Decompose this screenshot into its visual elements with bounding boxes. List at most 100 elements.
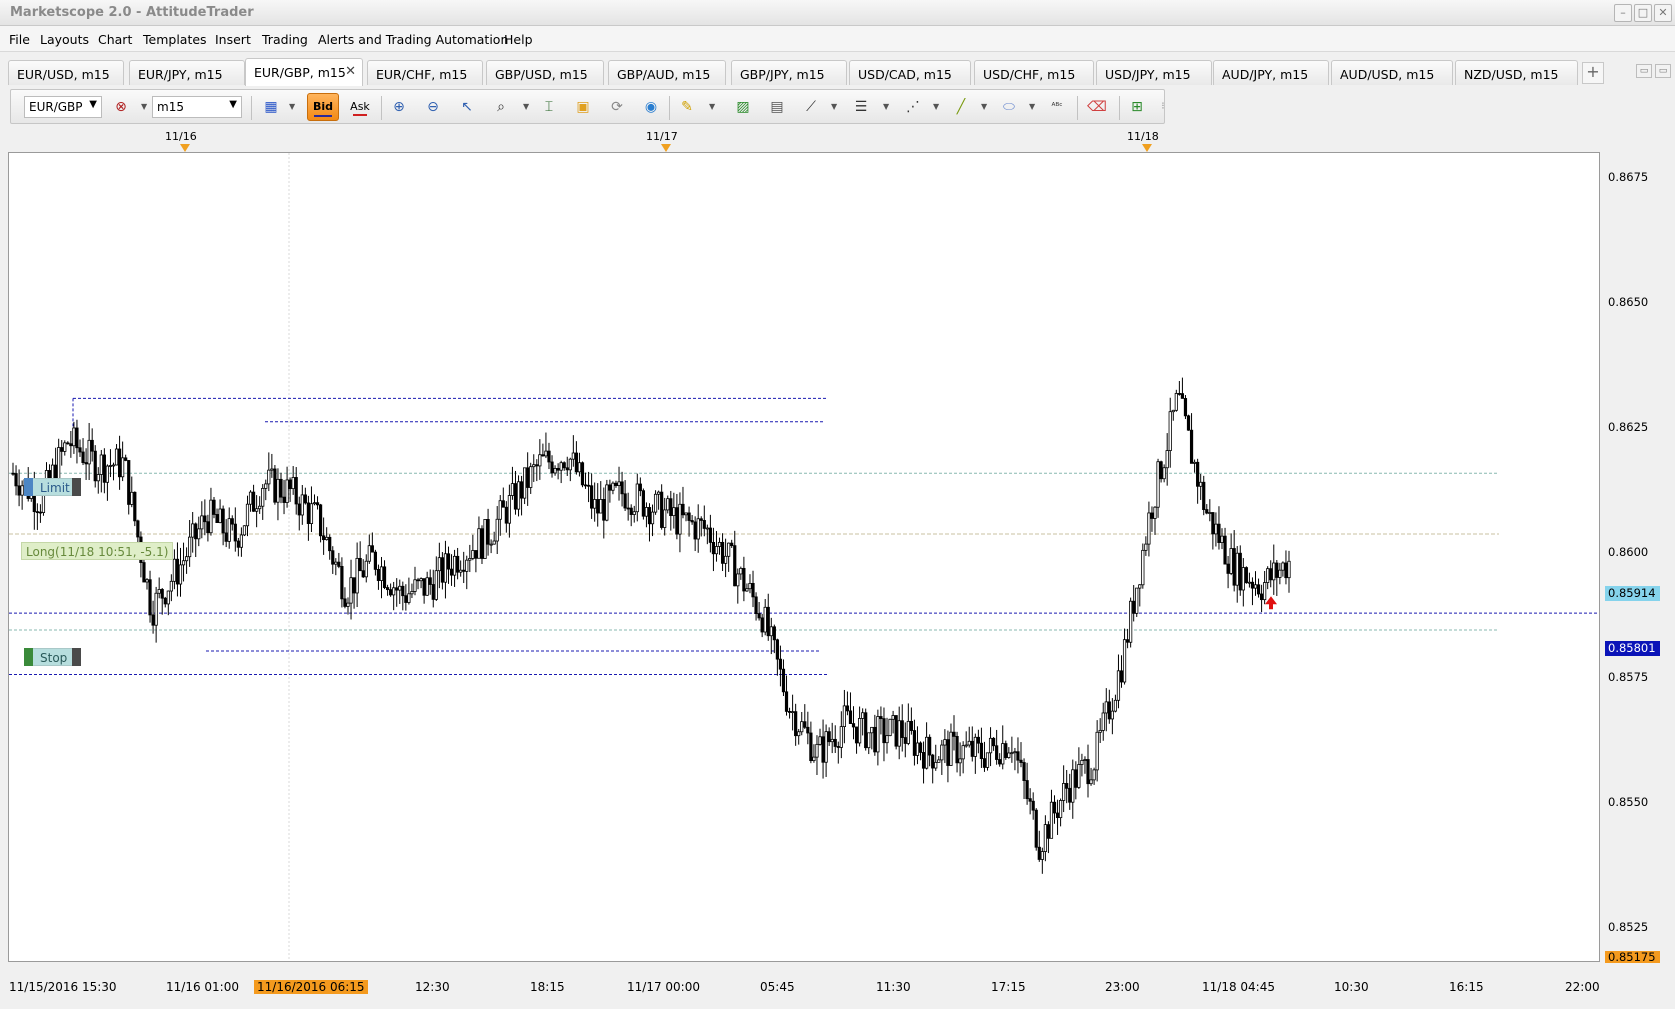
limit-order-tag[interactable]: Limit xyxy=(24,478,81,496)
pen-icon[interactable]: ╱ xyxy=(951,98,971,116)
candle-body xyxy=(1220,535,1224,543)
menu-alerts-automation[interactable]: Alerts and Trading Automation xyxy=(318,32,508,47)
tab-usdjpy[interactable]: USD/JPY, m15 xyxy=(1096,60,1212,85)
candle-body xyxy=(498,500,502,520)
menu-insert[interactable]: Insert xyxy=(215,32,251,47)
ask-button[interactable]: Ask xyxy=(347,97,373,119)
menu-templates[interactable]: Templates xyxy=(143,32,207,47)
tab-eurusd[interactable]: EUR/USD, m15 xyxy=(8,60,124,85)
candle-body xyxy=(121,457,125,478)
horizontal-lines-icon[interactable]: ☰ xyxy=(851,98,871,116)
candle-body xyxy=(611,482,615,491)
chevron-down-icon[interactable]: ▼ xyxy=(883,102,889,111)
link-icon[interactable]: ⊗ xyxy=(111,98,131,116)
candle-body xyxy=(1086,759,1090,785)
tab-nzdusd[interactable]: NZD/USD, m15 xyxy=(1455,60,1578,85)
restore-icon[interactable]: □ xyxy=(1634,4,1652,22)
candle-body xyxy=(943,739,947,746)
price-chart[interactable] xyxy=(8,152,1600,962)
tab-audjpy[interactable]: AUD/JPY, m15 xyxy=(1213,60,1329,85)
text-tool-icon[interactable]: ᴬᴮᶜ xyxy=(1047,98,1067,116)
tab-gbpjpy[interactable]: GBP/JPY, m15 xyxy=(731,60,847,85)
candle-body xyxy=(1180,393,1185,399)
candle-body xyxy=(1119,670,1124,683)
instrument-select[interactable]: EUR/GBP ▼ xyxy=(24,96,102,118)
minimize-icon[interactable]: – xyxy=(1614,4,1632,22)
candle-body xyxy=(803,721,807,728)
chevron-down-icon[interactable]: ▼ xyxy=(141,102,147,111)
chart-type-icon[interactable]: ▦ xyxy=(261,98,281,116)
candle-body xyxy=(1238,552,1242,591)
candlestick-plot[interactable] xyxy=(9,153,1600,962)
crosshair-icon[interactable]: ⌶ xyxy=(539,98,559,116)
time-tick: 10:30 xyxy=(1334,980,1369,994)
zoom-area-icon[interactable]: ⌕ xyxy=(491,98,511,116)
tab-gbpusd[interactable]: GBP/USD, m15 xyxy=(486,60,604,85)
zoom-in-icon[interactable]: ⊕ xyxy=(389,98,409,116)
tab-eurchf[interactable]: EUR/CHF, m15 xyxy=(367,60,483,85)
chevron-down-icon[interactable]: ▼ xyxy=(523,102,529,111)
bid-button[interactable]: Bid xyxy=(307,93,339,121)
chevron-down-icon[interactable]: ▼ xyxy=(1029,102,1035,111)
chevron-down-icon[interactable]: ▼ xyxy=(831,102,837,111)
current-bid-tag: 0.85914 xyxy=(1605,586,1660,601)
candle-body xyxy=(154,592,158,626)
candle-body xyxy=(1281,562,1285,571)
candle-body xyxy=(142,562,146,583)
chevron-down-icon[interactable]: ▼ xyxy=(933,102,939,111)
globe-icon[interactable]: ◉ xyxy=(641,98,661,116)
candle-body xyxy=(1089,779,1093,785)
zoom-out-icon[interactable]: ⊖ xyxy=(423,98,443,116)
ellipse-icon[interactable]: ⬭ xyxy=(999,98,1019,116)
candle-body xyxy=(1004,743,1008,758)
candle-body xyxy=(891,715,895,720)
hierarchy-icon[interactable]: ⊞ xyxy=(1127,98,1147,116)
candle-body xyxy=(1208,512,1212,514)
menu-layouts[interactable]: Layouts xyxy=(40,32,89,47)
candle-body xyxy=(1211,512,1215,535)
tab-usdchf[interactable]: USD/CHF, m15 xyxy=(974,60,1094,85)
candle-body xyxy=(888,718,892,737)
tab-usdcad[interactable]: USD/CAD, m15 xyxy=(849,60,971,85)
refresh-icon[interactable]: ⟳ xyxy=(607,98,627,116)
toolbar-overflow-icon[interactable]: ⁝ xyxy=(1153,98,1173,116)
menu-file[interactable]: File xyxy=(9,32,30,47)
eraser-icon[interactable]: ⌫ xyxy=(1087,98,1107,116)
candle-body xyxy=(1025,780,1029,800)
tab-close-icon[interactable]: ✕ xyxy=(345,64,356,79)
menu-trading[interactable]: Trading xyxy=(262,32,308,47)
tab-audusd[interactable]: AUD/USD, m15 xyxy=(1331,60,1453,85)
position-label[interactable]: Long(11/18 10:51, -5.1) xyxy=(21,542,174,560)
ruler-icon[interactable]: ✎ xyxy=(677,98,697,116)
chevron-down-icon[interactable]: ▼ xyxy=(981,102,987,111)
template-icon[interactable]: ▤ xyxy=(767,98,787,116)
chevron-down-icon[interactable]: ▼ xyxy=(709,102,715,111)
tab-eurgbp[interactable]: EUR/GBP, m15 ✕ xyxy=(245,58,363,86)
candle-body xyxy=(784,691,789,712)
candle-body xyxy=(294,477,298,505)
menu-chart[interactable]: Chart xyxy=(98,32,132,47)
time-tick: 05:45 xyxy=(760,980,795,994)
stop-order-tag[interactable]: Stop xyxy=(24,648,81,666)
close-icon[interactable]: ✕ xyxy=(1654,4,1672,22)
timeframe-select[interactable]: m15 ▼ xyxy=(152,96,242,118)
candle-body xyxy=(1031,800,1035,811)
tab-gbpaud[interactable]: GBP/AUD, m15 xyxy=(608,60,726,85)
candle-body xyxy=(568,458,572,471)
cursor-icon[interactable]: ↖ xyxy=(457,98,477,116)
tab-maximize-icon[interactable]: ▭ xyxy=(1655,64,1671,78)
menu-help[interactable]: Help xyxy=(504,32,533,47)
add-tab-button[interactable]: + xyxy=(1582,62,1604,84)
tab-eurjpy[interactable]: EUR/JPY, m15 xyxy=(129,60,245,85)
line-tools-icon[interactable]: ⟋ xyxy=(801,98,821,116)
candle-body xyxy=(830,738,834,743)
candle-body xyxy=(325,536,329,541)
chevron-down-icon[interactable]: ▼ xyxy=(289,102,295,111)
fan-icon[interactable]: ⋰ xyxy=(903,98,923,116)
candle-body xyxy=(1156,461,1160,508)
image-icon[interactable]: ▨ xyxy=(733,98,753,116)
candle-body xyxy=(194,523,198,540)
candle-body xyxy=(443,553,448,583)
tab-restore-icon[interactable]: ▭ xyxy=(1636,64,1652,78)
chart-properties-icon[interactable]: ▣ xyxy=(573,98,593,116)
